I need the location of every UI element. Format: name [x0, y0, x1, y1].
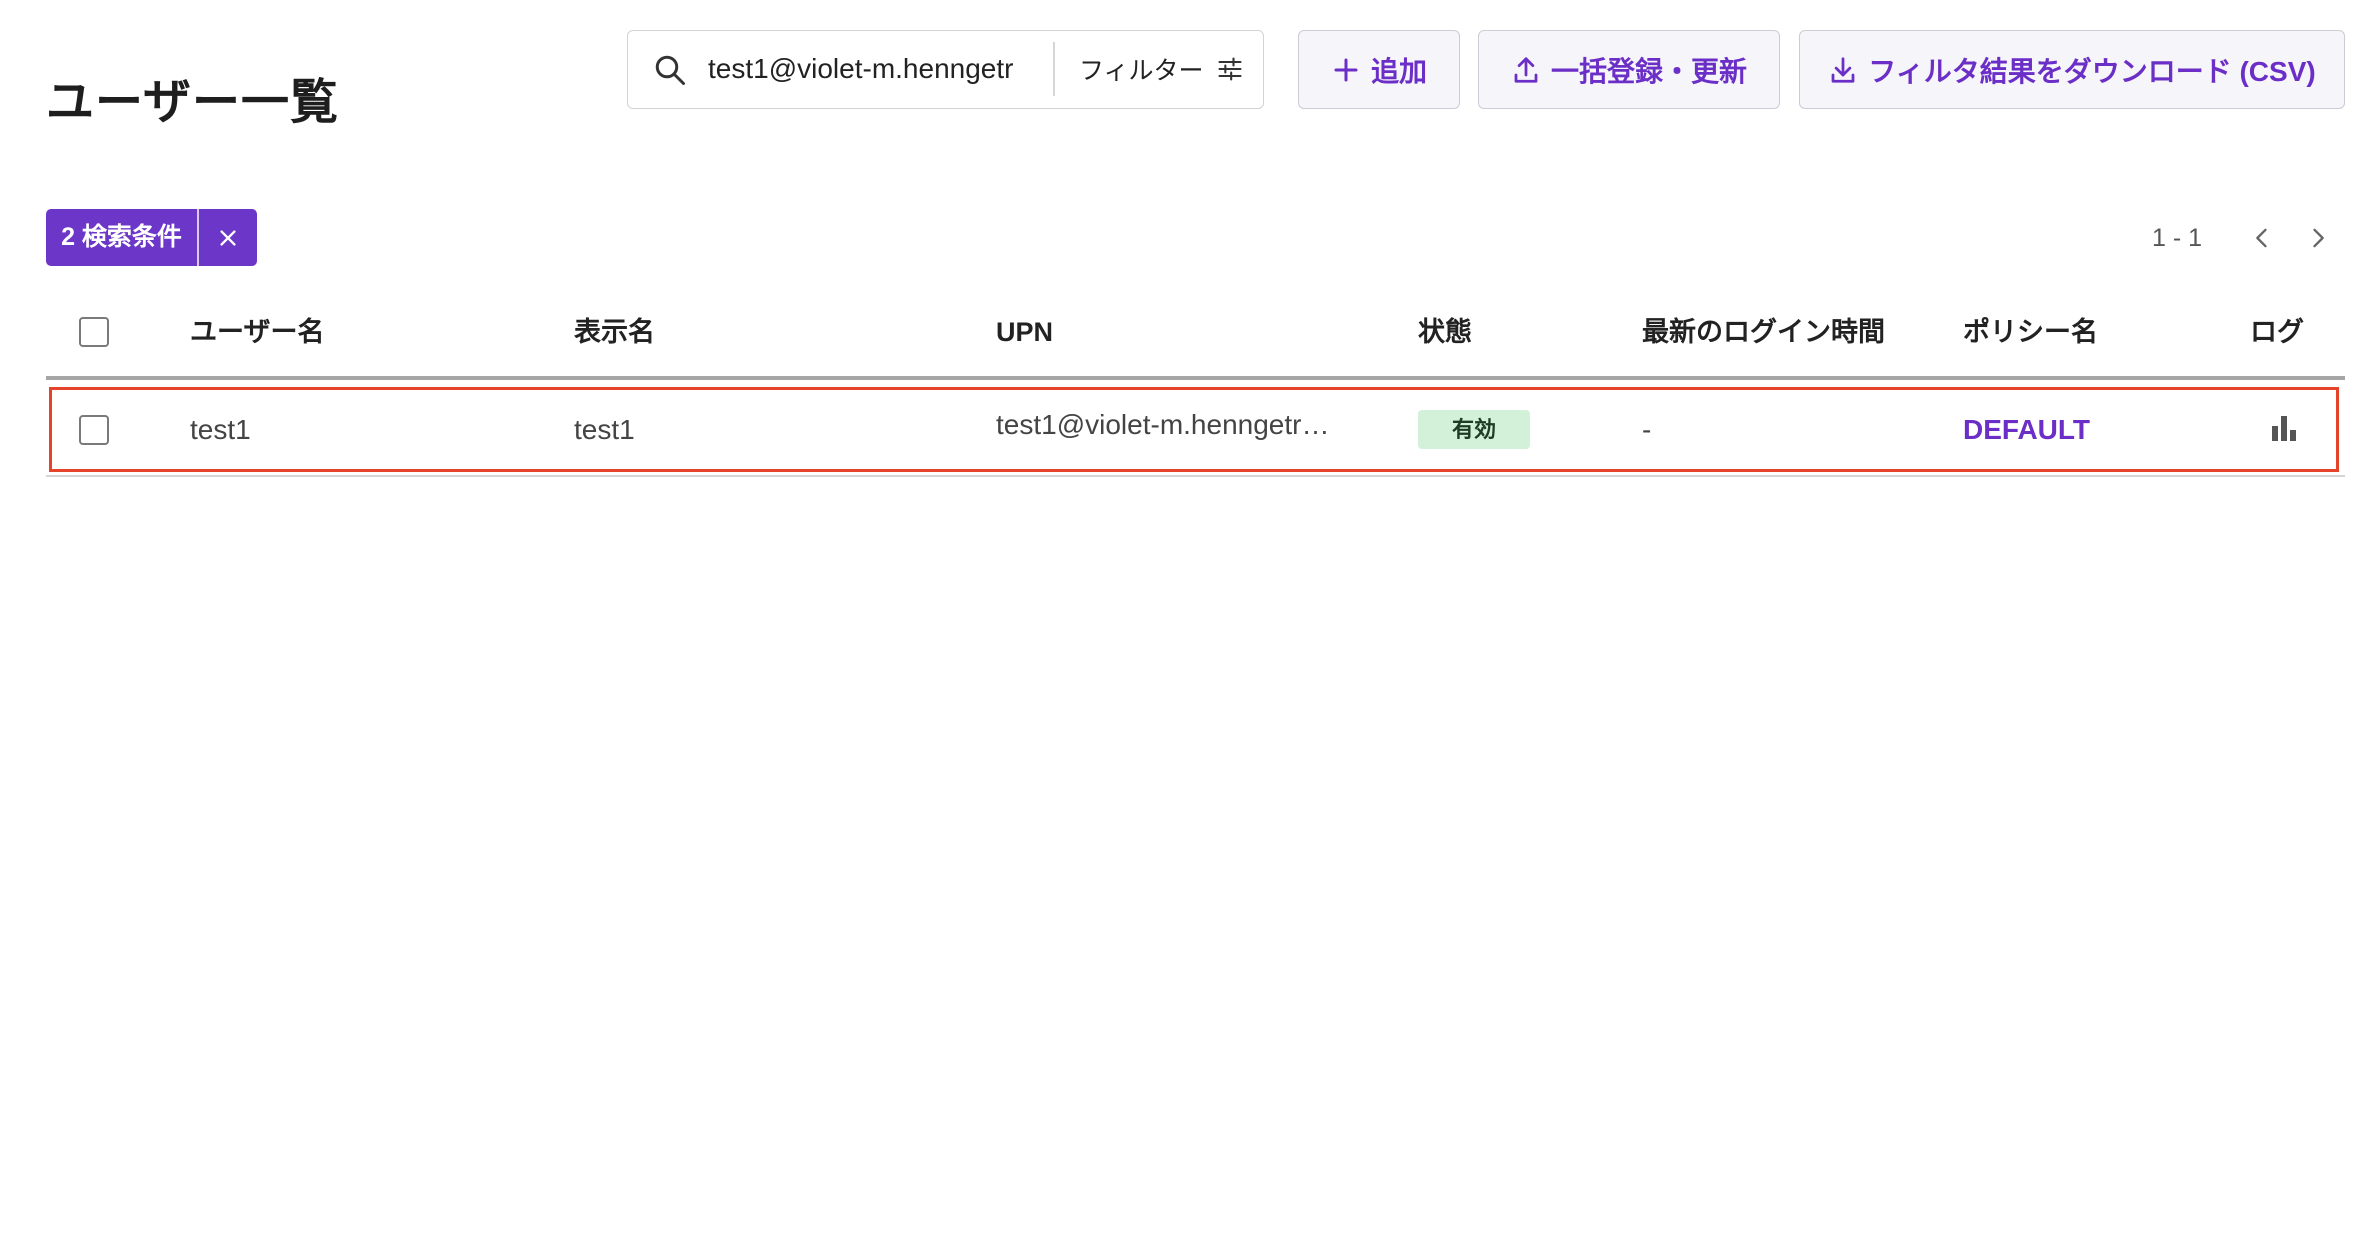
table-row[interactable]: test1 test1 test1@violet-m.henngetr… 有効 … [46, 380, 2345, 477]
row-checkbox[interactable] [79, 415, 109, 445]
select-all-checkbox[interactable] [79, 317, 109, 347]
column-header-status[interactable]: 状態 [1418, 314, 1472, 350]
column-header-log: ログ [2250, 317, 2304, 347]
cell-upn: test1@violet-m.henngetr… [996, 409, 1330, 440]
status-badge: 有効 [1418, 410, 1530, 449]
plus-icon [1334, 58, 1358, 81]
page-title: ユーザー一覧 [46, 76, 340, 130]
download-csv-button[interactable]: フィルタ結果をダウンロード (CSV) [1799, 30, 2345, 109]
column-header-display-name[interactable]: 表示名 [574, 314, 655, 350]
close-icon [220, 229, 236, 246]
bulk-register-button[interactable]: 一括登録・更新 [1478, 30, 1780, 109]
table-header-row: ユーザー名 表示名 UPN 状態 最新のログイン時間 ポリシー名 ログ [46, 300, 2345, 380]
filter-label: フィルター [1079, 57, 1204, 85]
policy-link[interactable]: DEFAULT [1963, 412, 2090, 448]
column-header-username[interactable]: ユーザー名 [190, 314, 324, 350]
search-icon [655, 55, 685, 85]
bar-chart-icon[interactable] [2271, 414, 2297, 442]
search-box: フィルター [627, 30, 1264, 109]
clear-filter-button[interactable] [197, 209, 257, 266]
column-header-upn[interactable]: UPN [996, 314, 1053, 350]
add-button-label: 追加 [1370, 55, 1427, 87]
cell-last-login: - [1642, 414, 1652, 445]
download-icon [1831, 56, 1855, 83]
add-button[interactable]: 追加 [1298, 30, 1460, 109]
bulk-register-button-label: 一括登録・更新 [1550, 55, 1747, 87]
filter-chip-label[interactable]: 2 検索条件 [46, 209, 197, 266]
filter-button[interactable]: フィルター [1055, 31, 1262, 107]
search-input[interactable] [708, 44, 1043, 94]
upload-icon [1514, 56, 1538, 83]
chevron-right-icon[interactable] [2304, 224, 2332, 252]
users-table: ユーザー名 表示名 UPN 状態 最新のログイン時間 ポリシー名 ログ test… [46, 300, 2345, 477]
cell-display-name: test1 [574, 414, 635, 445]
column-header-policy[interactable]: ポリシー名 [1963, 314, 2098, 350]
cell-username: test1 [190, 414, 251, 445]
column-header-last-login[interactable]: 最新のログイン時間 [1642, 314, 1885, 350]
sliders-icon [1217, 57, 1242, 81]
download-csv-button-label: フィルタ結果をダウンロード (CSV) [1868, 55, 2316, 87]
chevron-left-icon[interactable] [2248, 224, 2276, 252]
filter-chip: 2 検索条件 [46, 209, 257, 266]
pagination-range: 1 - 1 [2152, 224, 2203, 252]
